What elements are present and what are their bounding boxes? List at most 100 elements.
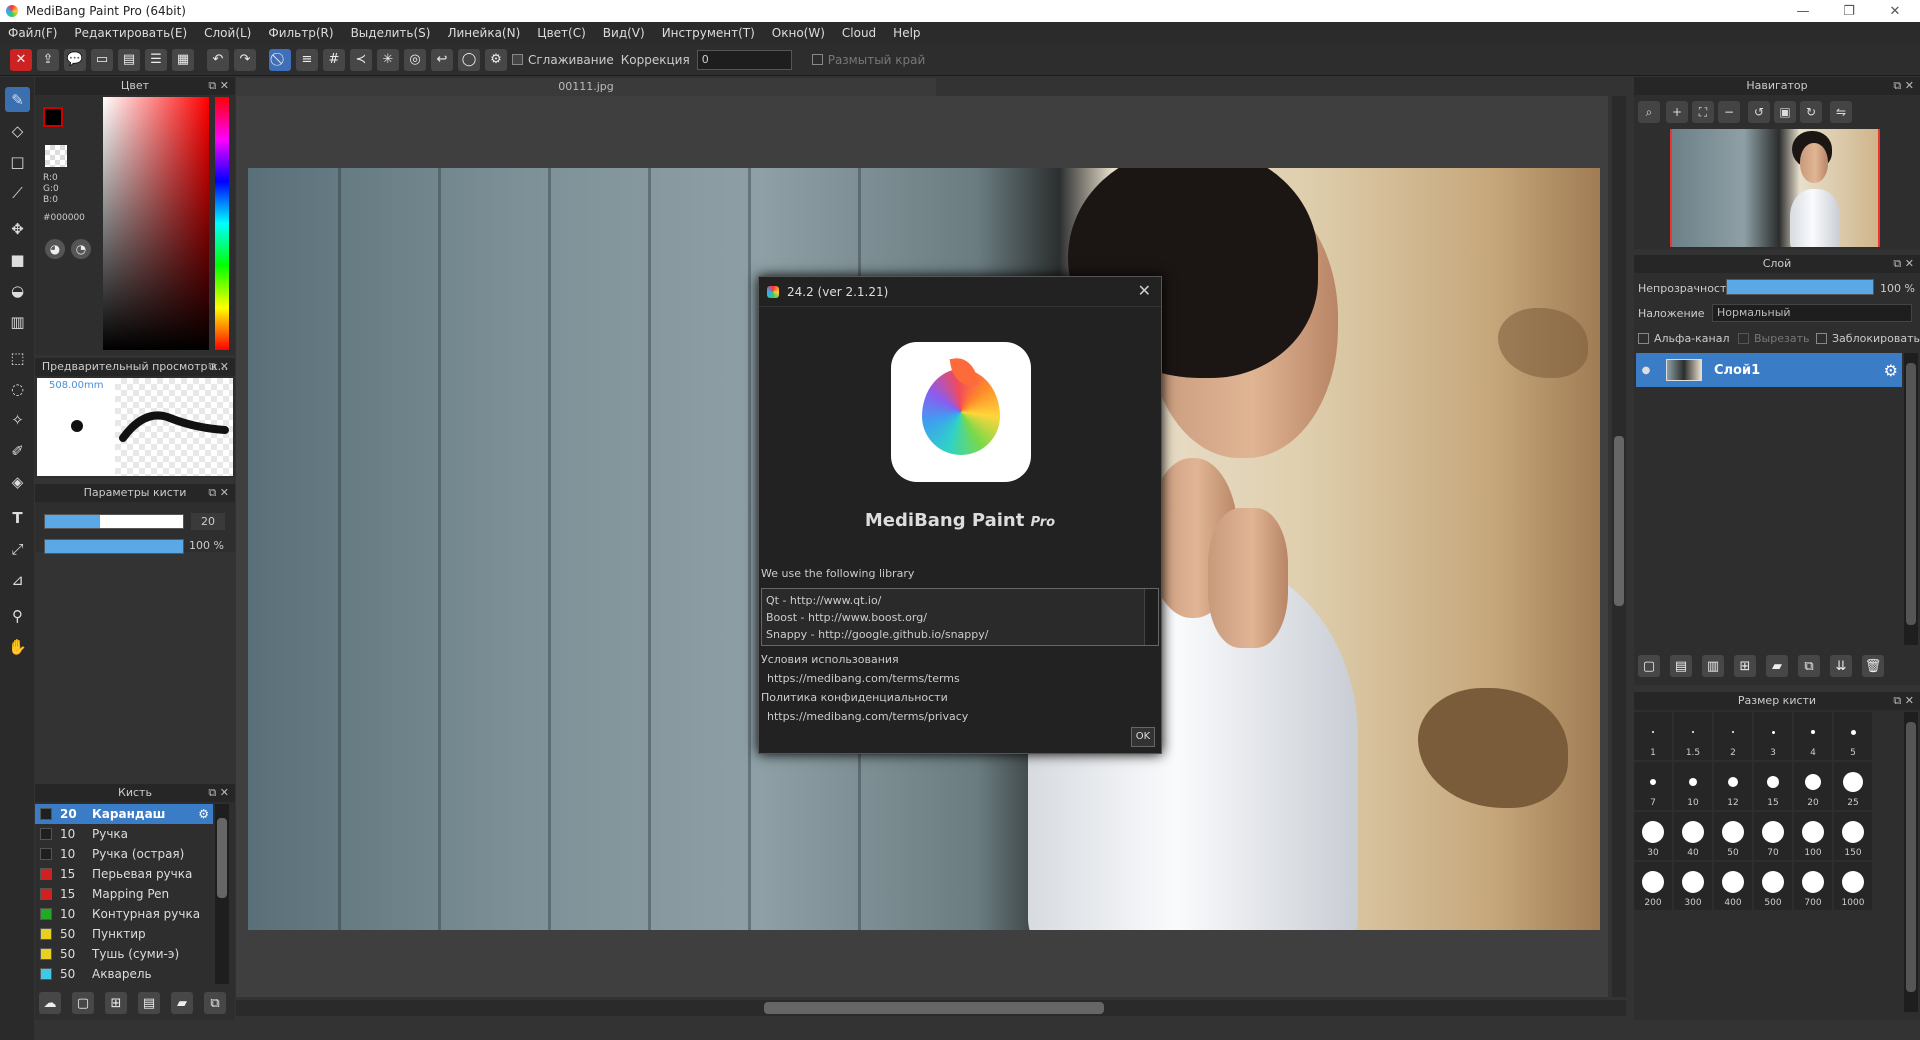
layer-folder-icon[interactable]: ▰: [1766, 655, 1788, 677]
alpha-lock-toggle[interactable]: Альфа-канал: [1638, 332, 1730, 345]
ok-button[interactable]: OK: [1131, 727, 1155, 747]
alpha-lock-checkbox[interactable]: [1638, 333, 1649, 344]
correction-select[interactable]: 0: [696, 49, 792, 70]
brush-list-item[interactable]: 20 Карандаш ⚙: [35, 804, 213, 824]
shape-tool-icon[interactable]: □: [5, 149, 30, 174]
speech-bubble-icon[interactable]: 💬: [64, 48, 86, 71]
brush-size-preset[interactable]: 500: [1754, 862, 1792, 910]
duplicate-layer-icon[interactable]: ⧉: [1798, 655, 1820, 677]
export-icon[interactable]: ⇪: [37, 48, 59, 71]
color-wheel-icon[interactable]: ◔: [71, 239, 91, 259]
cancel-icon[interactable]: ✕: [10, 48, 32, 71]
brush-list-item[interactable]: 50 Акварель: [35, 964, 213, 984]
clip-toggle[interactable]: Вырезать: [1738, 332, 1809, 345]
soft-edge-toggle[interactable]: Размытый край: [811, 53, 925, 67]
brush-size-preset[interactable]: 300: [1674, 862, 1712, 910]
gradient-tool-icon[interactable]: ▥: [5, 309, 30, 334]
brush-size-preset[interactable]: 70: [1754, 812, 1792, 860]
brush-size-preset[interactable]: 2: [1714, 712, 1752, 760]
soft-edge-checkbox[interactable]: [811, 54, 823, 65]
layer-settings-icon[interactable]: ⚙: [1884, 361, 1898, 380]
new-layer-icon[interactable]: ▢: [1638, 655, 1660, 677]
brush-size-scrollbar[interactable]: [1904, 712, 1918, 1012]
lasso-tool-icon[interactable]: ◌: [5, 376, 30, 401]
grid-icon[interactable]: ▦: [172, 48, 194, 71]
curve-snap-icon[interactable]: ↩: [431, 48, 453, 71]
duplicate-brush-icon[interactable]: ⧉: [204, 992, 226, 1014]
operation-tool-icon[interactable]: ⤢: [5, 536, 30, 561]
brush-size-preset[interactable]: 30: [1634, 812, 1672, 860]
lock-toggle[interactable]: Заблокировать: [1816, 332, 1920, 345]
new-1bit-layer-icon[interactable]: ▥: [1702, 655, 1724, 677]
brush-list-item[interactable]: 10 Ручка: [35, 824, 213, 844]
select-eraser-tool-icon[interactable]: ◈: [5, 469, 30, 494]
text-tool-icon[interactable]: T: [5, 505, 30, 530]
smoothing-toggle[interactable]: Сглаживание: [512, 53, 614, 67]
select-rect-tool-icon[interactable]: ⬚: [5, 345, 30, 370]
menu-window[interactable]: Окно(W): [772, 26, 825, 40]
panel-controls-icon[interactable]: ⧉ ✕: [208, 358, 229, 376]
menu-select[interactable]: Выделить(S): [351, 26, 431, 40]
panel-controls-icon[interactable]: ⧉ ✕: [208, 784, 229, 802]
panel-controls-icon[interactable]: ⧉ ✕: [1893, 77, 1914, 95]
brush-list-scrollbar[interactable]: [215, 804, 229, 984]
rotate-right-icon[interactable]: ↻: [1800, 101, 1822, 123]
brush-size-preset[interactable]: 3: [1754, 712, 1792, 760]
menu-cloud[interactable]: Cloud: [842, 26, 876, 40]
snap-settings-icon[interactable]: ⚙: [485, 48, 507, 71]
lock-checkbox[interactable]: [1816, 333, 1827, 344]
canvas-horizontal-scrollbar[interactable]: [236, 1000, 1626, 1016]
brush-size-preset[interactable]: 50: [1714, 812, 1752, 860]
dropper-tool-icon[interactable]: ⚲: [5, 603, 30, 628]
cloud-brush-icon[interactable]: ☁: [39, 992, 61, 1014]
minimize-button[interactable]: —: [1780, 0, 1826, 22]
bucket-tool-icon[interactable]: ◒: [5, 278, 30, 303]
panel-icon[interactable]: ▭: [91, 48, 113, 71]
brush-size-slider[interactable]: [44, 514, 184, 529]
navigator-thumbnail[interactable]: [1670, 129, 1880, 247]
brush-size-preset[interactable]: 12: [1714, 762, 1752, 810]
menu-filter[interactable]: Фильтр(R): [268, 26, 333, 40]
brush-size-preset[interactable]: 40: [1674, 812, 1712, 860]
brush-list-item[interactable]: 15 Перьевая ручка: [35, 864, 213, 884]
menu-ruler[interactable]: Линейка(N): [447, 26, 520, 40]
layer-row[interactable]: ● Слой1 ⚙: [1636, 353, 1902, 387]
flip-icon[interactable]: ⇋: [1830, 101, 1852, 123]
palette-icon[interactable]: ◕: [45, 239, 65, 259]
close-window-button[interactable]: ✕: [1872, 0, 1918, 22]
brush-size-preset[interactable]: 700: [1794, 862, 1832, 910]
close-icon[interactable]: ✕: [1138, 281, 1151, 300]
hand-tool-icon[interactable]: ✋: [5, 634, 30, 659]
select-pen-tool-icon[interactable]: ✐: [5, 438, 30, 463]
merge-layer-icon[interactable]: ⇊: [1830, 655, 1852, 677]
brush-list-item[interactable]: 10 Контурная ручка: [35, 904, 213, 924]
brush-folder-icon[interactable]: ▰: [171, 992, 193, 1014]
page-list-icon[interactable]: ☰: [145, 48, 167, 71]
brush-list-item[interactable]: 50 Тушь (суми-э): [35, 944, 213, 964]
brush-size-preset[interactable]: 5: [1834, 712, 1872, 760]
brush-size-preset[interactable]: 1: [1634, 712, 1672, 760]
brush-settings-icon[interactable]: ⚙: [198, 807, 209, 821]
zoom-in-icon[interactable]: +: [1666, 101, 1688, 123]
panel-controls-icon[interactable]: ⧉ ✕: [208, 77, 229, 95]
brush-size-preset[interactable]: 4: [1794, 712, 1832, 760]
zoom-out-icon[interactable]: −: [1718, 101, 1740, 123]
redo-icon[interactable]: ↷: [234, 48, 256, 71]
rotate-left-icon[interactable]: ↺: [1748, 101, 1770, 123]
eyedropper-tool-icon[interactable]: ⊿: [5, 567, 30, 592]
menu-help[interactable]: Help: [893, 26, 920, 40]
brush-size-preset[interactable]: 1.5: [1674, 712, 1712, 760]
panel-controls-icon[interactable]: ⧉ ✕: [1893, 692, 1914, 710]
snap-off-icon[interactable]: ⃠: [269, 48, 291, 71]
panel-controls-icon[interactable]: ⧉ ✕: [208, 484, 229, 502]
hue-slider[interactable]: [215, 97, 229, 350]
concentric-snap-icon[interactable]: ◎: [404, 48, 426, 71]
brush-size-preset[interactable]: 400: [1714, 862, 1752, 910]
panel-controls-icon[interactable]: ⧉ ✕: [1893, 255, 1914, 273]
layer-opacity-slider[interactable]: [1726, 279, 1874, 295]
brush-size-preset[interactable]: 10: [1674, 762, 1712, 810]
brush-size-preset[interactable]: 25: [1834, 762, 1872, 810]
fill-rect-tool-icon[interactable]: ■: [5, 247, 30, 272]
eraser-tool-icon[interactable]: ◇: [5, 118, 30, 143]
brush-size-preset[interactable]: 100: [1794, 812, 1832, 860]
